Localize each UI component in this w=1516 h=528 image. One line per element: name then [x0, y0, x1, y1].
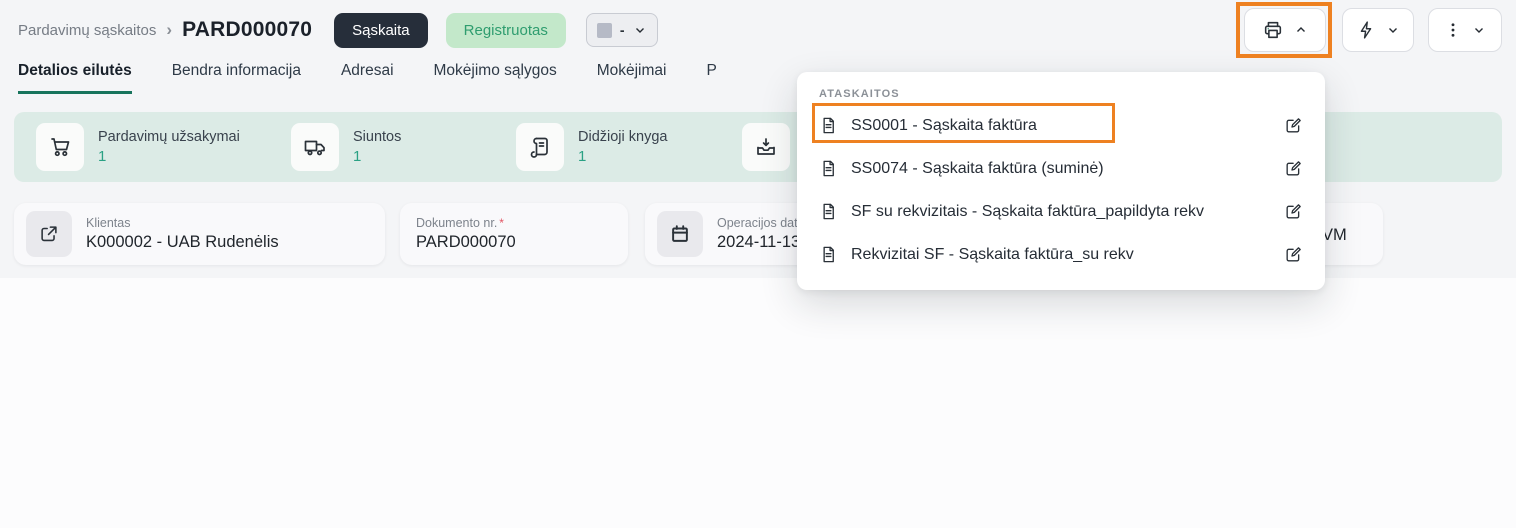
- tab-mokejimo-salygos[interactable]: Mokėjimo sąlygos: [434, 62, 557, 94]
- chevron-down-icon: [1472, 23, 1486, 37]
- tab-bar: Detalios eilutės Bendra informacija Adre…: [18, 62, 717, 94]
- more-options-button[interactable]: [1428, 8, 1502, 52]
- top-bar: Pardavimų sąskaitos › PARD000070 Sąskait…: [18, 0, 658, 60]
- edit-icon: [1284, 202, 1303, 221]
- print-button[interactable]: [1244, 8, 1326, 52]
- lightning-icon: [1356, 20, 1376, 40]
- chevron-up-icon: [1294, 23, 1308, 37]
- document-icon: [819, 159, 838, 178]
- tab-adresai[interactable]: Adresai: [341, 62, 394, 94]
- summary-general-ledger[interactable]: Didžioji knyga 1: [516, 123, 742, 171]
- chevron-down-icon: [1386, 23, 1400, 37]
- document-icon: [819, 202, 838, 221]
- cart-icon: [36, 123, 84, 171]
- field-klientas[interactable]: Klientas K000002 - UAB Rudenėlis: [14, 203, 385, 265]
- edit-report-button[interactable]: [1284, 116, 1303, 135]
- calendar-icon: [657, 211, 703, 257]
- document-icon: [819, 245, 838, 264]
- inbox-icon: [742, 123, 790, 171]
- summary-count: 1: [98, 148, 240, 165]
- field-value: 2024-11-13: [717, 233, 805, 252]
- field-label: Dokumento nr.*: [416, 216, 516, 230]
- field-value: K000002 - UAB Rudenėlis: [86, 233, 279, 252]
- chevron-right-icon: ›: [166, 20, 172, 40]
- tab-bendra-informacija[interactable]: Bendra informacija: [172, 62, 301, 94]
- color-select[interactable]: -: [586, 13, 658, 47]
- tab-mokejimai[interactable]: Mokėjimai: [597, 62, 667, 94]
- menu-item-report-ss0074[interactable]: SS0074 - Sąskaita faktūra (suminė): [819, 147, 1303, 190]
- edit-report-button[interactable]: [1284, 202, 1303, 221]
- page-title: PARD000070: [182, 18, 312, 42]
- truck-icon: [291, 123, 339, 171]
- kebab-icon: [1444, 20, 1462, 40]
- menu-item-report-sf-su-rekvizitais[interactable]: SF su rekvizitais - Sąskaita faktūra_pap…: [819, 190, 1303, 233]
- actions-button[interactable]: [1342, 8, 1414, 52]
- printer-icon: [1262, 19, 1284, 41]
- field-value: VM: [1322, 226, 1347, 245]
- summary-label: Pardavimų užsakymai: [98, 129, 240, 145]
- field-label: Klientas: [86, 216, 279, 230]
- summary-count: 1: [578, 148, 667, 165]
- field-dokumento-nr[interactable]: Dokumento nr.* PARD000070: [400, 203, 628, 265]
- line-items-section: Pasirinkta: 0 PADALINYS PREKĖ, PASLAUGA …: [0, 278, 1516, 528]
- chevron-down-icon: [633, 23, 647, 37]
- summary-inventory[interactable]: [742, 123, 790, 171]
- breadcrumb[interactable]: Pardavimų sąskaitos: [18, 22, 156, 39]
- summary-label: Didžioji knyga: [578, 129, 667, 145]
- edit-report-button[interactable]: [1284, 245, 1303, 264]
- color-swatch: [597, 23, 612, 38]
- ledger-icon: [516, 123, 564, 171]
- tab-partial[interactable]: P: [706, 62, 716, 94]
- menu-item-report-ss0001[interactable]: SS0001 - Sąskaita faktūra: [819, 104, 1303, 147]
- edit-report-button[interactable]: [1284, 159, 1303, 178]
- status-badge: Registruotas: [446, 13, 566, 48]
- edit-icon: [1284, 116, 1303, 135]
- reports-dropdown: ATASKAITOS SS0001 - Sąskaita faktūra SS0…: [797, 72, 1325, 290]
- field-value: PARD000070: [416, 233, 516, 252]
- field-label: Operacijos data: [717, 216, 805, 230]
- color-select-value: -: [620, 22, 625, 38]
- menu-item-report-rekvizitai-sf[interactable]: Rekvizitai SF - Sąskaita faktūra_su rekv: [819, 233, 1303, 276]
- document-type-button[interactable]: Sąskaita: [334, 13, 428, 48]
- required-asterisk: *: [499, 216, 504, 230]
- invoice-detail-page: Pardavimų sąskaitos › PARD000070 Sąskait…: [0, 0, 1516, 528]
- summary-count: 1: [353, 148, 401, 165]
- summary-shipments[interactable]: Siuntos 1: [291, 123, 516, 171]
- summary-sales-orders[interactable]: Pardavimų užsakymai 1: [36, 123, 291, 171]
- document-icon: [819, 116, 838, 135]
- external-link-icon: [26, 211, 72, 257]
- edit-icon: [1284, 159, 1303, 178]
- reports-menu-title: ATASKAITOS: [819, 88, 1303, 100]
- tab-detalios-eilutes[interactable]: Detalios eilutės: [18, 62, 132, 94]
- edit-icon: [1284, 245, 1303, 264]
- summary-label: Siuntos: [353, 129, 401, 145]
